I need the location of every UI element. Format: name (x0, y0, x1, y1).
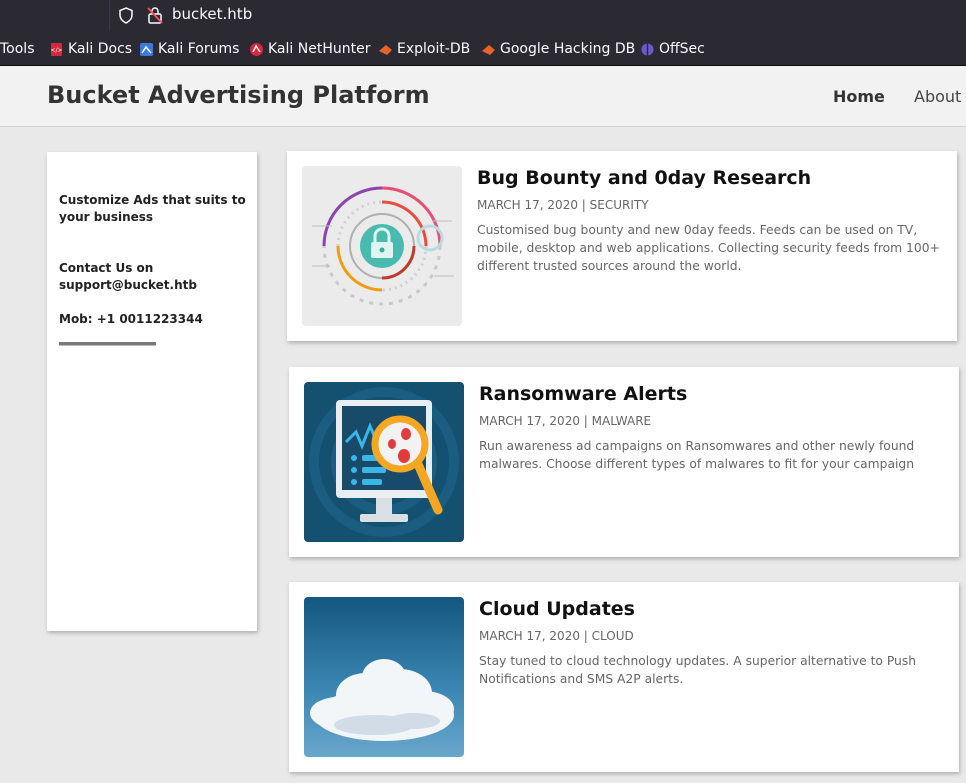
site-brand[interactable]: Bucket Advertising Platform (47, 81, 430, 109)
kali-nethunter-icon (250, 42, 263, 56)
nav-about-link[interactable]: About (914, 87, 961, 106)
bookmark-kali-docs[interactable]: </> Kali Docs (49, 41, 132, 57)
post-description: Run awareness ad campaigns on Ransomware… (479, 439, 915, 471)
offsec-icon (641, 43, 654, 55)
google-hacking-db-icon (482, 44, 495, 55)
sidebar-tagline: Customize Ads that suits to your busines… (59, 193, 246, 224)
post-card: Ransomware Alerts MARCH 17, 2020 | MALWA… (289, 367, 959, 557)
bookmarks-bar: Tools </> Kali Docs Kali Forums Kali Net… (0, 31, 966, 66)
post-description: Stay tuned to cloud technology updates. … (479, 654, 917, 686)
bookmark-google-hacking-db[interactable]: Google Hacking DB (481, 41, 635, 57)
sidebar: Customize Ads that suits to your busines… (47, 152, 257, 631)
toolbar-left-area (0, 0, 109, 31)
post-title[interactable]: Ransomware Alerts (479, 383, 687, 405)
bookmark-label: Exploit-DB (397, 41, 471, 57)
post-card: Cloud Updates MARCH 17, 2020 | CLOUD Sta… (289, 582, 959, 772)
svg-text:</>: </> (50, 47, 62, 54)
bookmark-kali-forums[interactable]: Kali Forums (139, 41, 239, 57)
post-meta: MARCH 17, 2020 | SECURITY (477, 198, 649, 212)
bookmark-kali-nethunter[interactable]: Kali NetHunter (249, 41, 370, 57)
shield-icon[interactable] (118, 7, 134, 24)
sidebar-divider (59, 342, 156, 346)
post-card: Bug Bounty and 0day Research MARCH 17, 2… (287, 151, 957, 341)
post-title[interactable]: Bug Bounty and 0day Research (477, 167, 811, 189)
site-header: Bucket Advertising Platform Home About (0, 66, 966, 127)
post-thumbnail-malware[interactable] (304, 382, 464, 542)
post-thumbnail-cloud[interactable] (304, 597, 464, 757)
bookmark-label: Kali Forums (158, 41, 240, 57)
bookmark-exploit-db[interactable]: Exploit-DB (378, 41, 470, 57)
bookmark-label: Kali Docs (68, 41, 133, 57)
bookmark-label: Kali NetHunter (268, 41, 371, 57)
bookmark-label: Tools (0, 41, 35, 57)
bookmark-offsec[interactable]: OffSec (640, 41, 705, 57)
post-title[interactable]: Cloud Updates (479, 598, 635, 620)
bookmark-label: OffSec (659, 41, 705, 57)
post-meta: MARCH 17, 2020 | MALWARE (479, 414, 652, 428)
post-description: Customised bug bounty and new 0day feeds… (477, 223, 940, 273)
bookmark-label: Google Hacking DB (500, 41, 636, 57)
nav-home-link[interactable]: Home (833, 87, 885, 106)
address-bar[interactable]: bucket.htb (109, 0, 966, 31)
kali-forums-icon (140, 42, 153, 56)
post-thumbnail-security[interactable] (302, 166, 462, 326)
kali-docs-icon: </> (50, 42, 63, 56)
sidebar-phone: Mob: +1 0011223344 (59, 312, 203, 326)
sidebar-contact: Contact Us on support@bucket.htb (59, 261, 197, 292)
insecure-lock-icon[interactable] (147, 6, 163, 24)
url-text[interactable]: bucket.htb (172, 5, 252, 23)
bookmark-tools[interactable]: Tools (0, 41, 35, 57)
exploit-db-icon (379, 44, 392, 55)
post-meta: MARCH 17, 2020 | CLOUD (479, 629, 634, 643)
browser-toolbar: bucket.htb (0, 0, 966, 31)
